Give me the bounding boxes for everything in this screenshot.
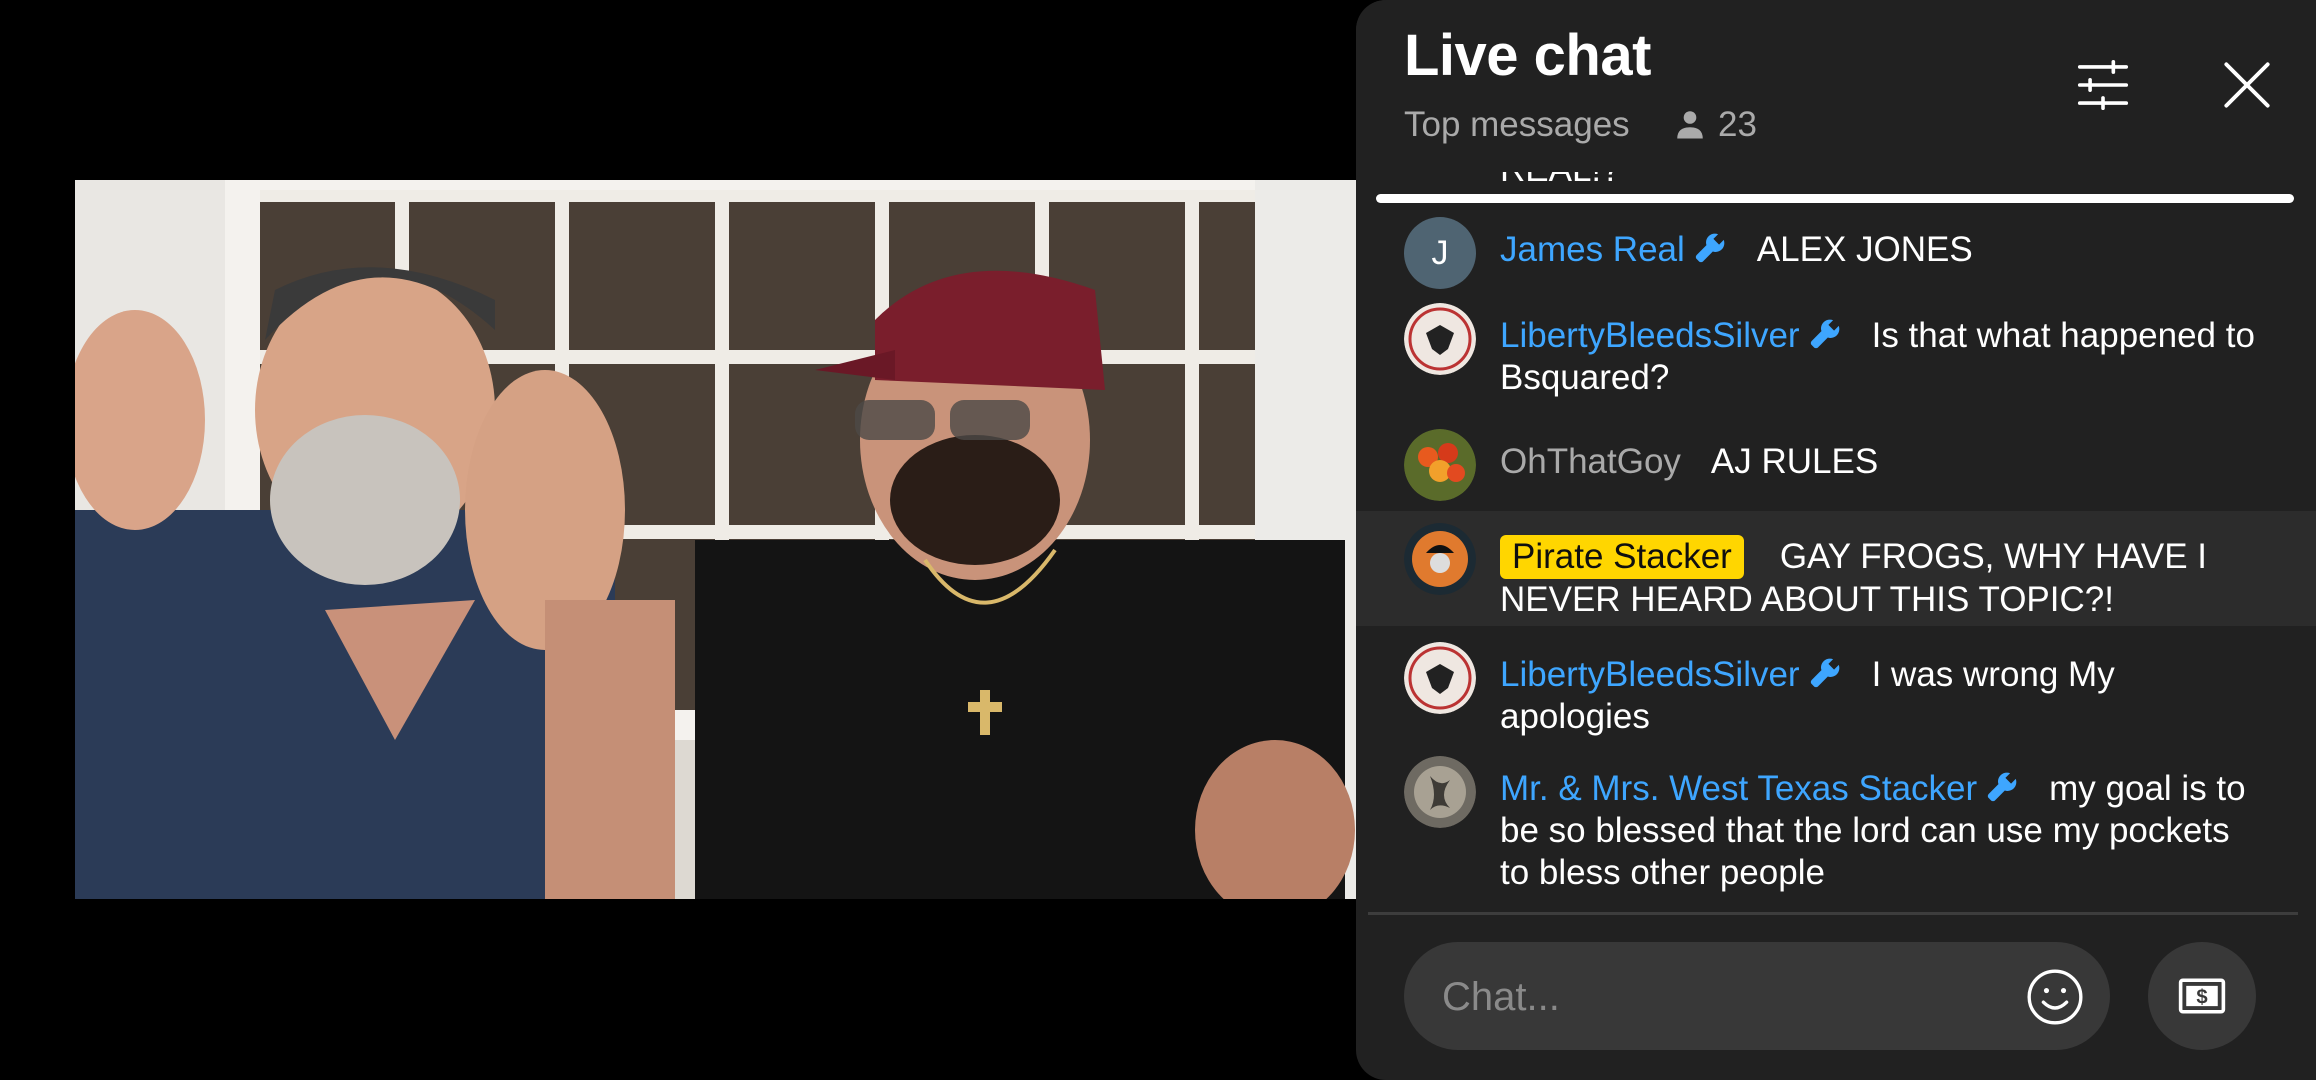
smiley-icon[interactable] [2024,966,2086,1028]
chat-input-box[interactable] [1404,942,2110,1052]
chat-message: OhThatGoy AJ RULES [1356,417,2316,501]
avatar[interactable] [1404,429,1476,501]
chat-header: Live chat Top messages 23 [1356,0,2316,172]
author-name[interactable]: James Real [1500,230,1727,269]
wrench-icon [1810,658,1839,688]
chat-message: LibertyBleedsSilver Is that what happened… [1356,291,2316,417]
dollar-bill-icon: $ [2178,978,2226,1014]
message-body: Pirate Stacker GAY FROGS, WHY HAVE I NEVE… [1500,523,2256,621]
viewer-count: 23 [1672,105,1757,145]
author-name[interactable]: Mr. & Mrs. West Texas Stacker [1500,769,2019,808]
video-player[interactable] [75,180,1357,899]
chat-message-list[interactable]: J James Real ALEX JONES LibertyBleedsSilv… [1356,205,2316,905]
eagle-avatar-image [1404,642,1476,714]
live-chat-panel: Live chat Top messages 23 REAL!? J [1356,0,2316,1080]
viewer-count-value: 23 [1718,105,1757,144]
message-body: OhThatGoy AJ RULES [1500,429,1878,483]
chat-message: LibertyBleedsSilver I was wrong My apolog… [1356,630,2316,744]
flowers-avatar-image [1404,429,1476,501]
message-text: ALEX JONES [1756,230,1973,269]
pirate-avatar-image [1404,523,1476,595]
avatar[interactable] [1404,303,1476,375]
close-chat-button[interactable] [2212,50,2282,120]
svg-text:$: $ [2196,986,2207,1008]
super-chat-button[interactable]: $ [2148,942,2256,1050]
message-body: LibertyBleedsSilver I was wrong My apolog… [1500,642,2256,738]
wrench-icon [1987,772,2017,802]
close-icon [2224,62,2270,108]
chat-scroll-indicator [1376,194,2294,203]
owner-badge[interactable]: Pirate Stacker [1500,535,1744,579]
message-body: James Real ALEX JONES [1500,217,1973,271]
wrench-icon [1810,319,1839,349]
wrench-icon [1695,233,1725,263]
avatar[interactable] [1404,642,1476,714]
chat-input[interactable] [1440,942,2004,1052]
message-body: Mr. & Mrs. West Texas Stacker my goal is … [1500,756,2256,894]
video-frame [75,180,1357,899]
message-text: AJ RULES [1710,442,1879,481]
chat-title: Live chat [1404,23,1651,88]
chat-message: Mr. & Mrs. West Texas Stacker my goal is … [1356,744,2316,896]
chat-message: J James Real ALEX JONES [1356,205,2316,291]
avatar[interactable] [1404,523,1476,595]
author-name[interactable]: OhThatGoy [1500,442,1681,481]
eagle-avatar-image [1404,303,1476,375]
chat-filter-dropdown[interactable]: Top messages [1404,105,1630,145]
sliders-icon [2077,59,2129,111]
texas-avatar-image [1404,756,1476,828]
chat-filter-button[interactable] [2068,50,2138,120]
person-icon [1677,111,1703,139]
avatar[interactable]: J [1404,217,1476,289]
chat-message-owner: Pirate Stacker GAY FROGS, WHY HAVE I NEVE… [1356,511,2316,626]
avatar[interactable] [1404,756,1476,828]
author-name[interactable]: LibertyBleedsSilver [1500,655,1842,694]
author-name[interactable]: LibertyBleedsSilver [1500,316,1842,355]
input-divider [1368,912,2298,915]
message-body: LibertyBleedsSilver Is that what happened… [1500,303,2256,399]
